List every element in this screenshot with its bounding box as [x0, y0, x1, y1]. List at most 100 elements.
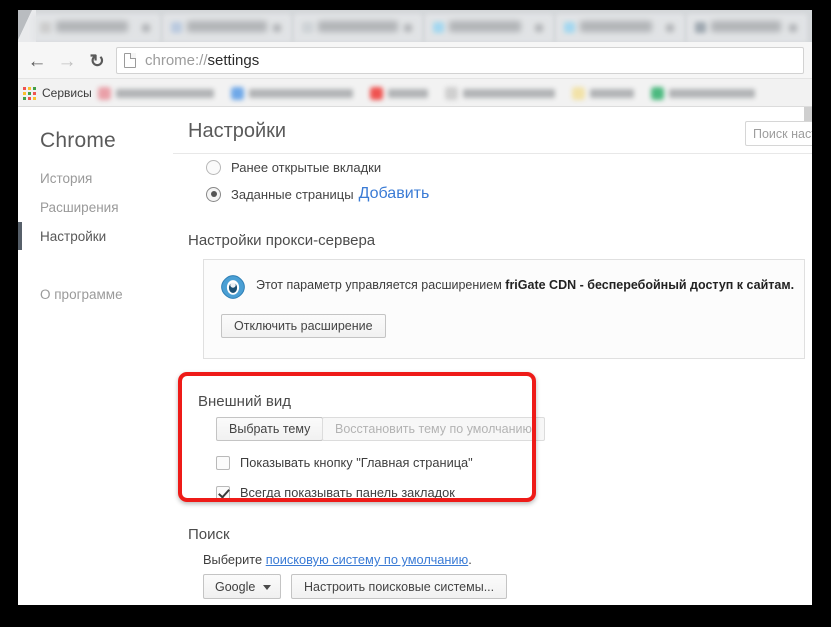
search-settings-input[interactable]: [745, 121, 812, 146]
tab-favicon: [171, 22, 182, 33]
apps-grid-icon: [23, 86, 36, 100]
search-section-title: Поиск: [188, 526, 230, 543]
frigate-logo-icon: [221, 275, 245, 299]
hint-suffix: .: [468, 552, 472, 567]
proxy-extension-message: Этот параметр управляется расширением fr…: [256, 278, 794, 292]
scrollbar-thumb[interactable]: [804, 107, 812, 121]
browser-tab[interactable]: [556, 14, 684, 42]
tab-favicon: [433, 22, 444, 33]
tab-favicon: [695, 22, 706, 33]
tab-title: [449, 21, 521, 32]
bookmark-favicon: [370, 86, 383, 100]
address-bar[interactable]: chrome://settings: [116, 47, 804, 74]
close-icon[interactable]: [404, 24, 412, 32]
page-title: Настройки: [188, 120, 287, 142]
bookmarks-bar: Сервисы: [18, 79, 812, 107]
reload-icon[interactable]: ↻: [84, 48, 110, 74]
bookmark-favicon: [651, 86, 664, 100]
radio-label: Заданные страницы: [231, 186, 354, 202]
bookmark-apps-shortcut[interactable]: Сервисы: [23, 84, 92, 102]
bookmark-apps-label: Сервисы: [42, 86, 92, 100]
chevron-down-icon: [263, 585, 271, 590]
radio-option-specific-pages[interactable]: Заданные страницы Добавить: [206, 185, 429, 203]
tab-title: [580, 21, 652, 32]
tab-title: [187, 21, 267, 32]
show-home-button-checkbox-row[interactable]: Показывать кнопку "Главная страница": [216, 455, 473, 470]
arrow-right-icon: →: [57, 50, 77, 72]
proxy-extension-name: friGate CDN - бесперебойный доступ к сай…: [505, 278, 795, 292]
pick-theme-button[interactable]: Выбрать тему: [216, 417, 324, 441]
proxy-message-prefix: Этот параметр управляется расширением: [256, 278, 506, 292]
browser-tab[interactable]: [425, 14, 553, 42]
settings-sidebar: Chrome История Расширения Настройки О пр…: [18, 107, 173, 605]
sidebar-item-about[interactable]: О программе: [40, 287, 123, 302]
browser-tab[interactable]: [32, 14, 160, 42]
browser-toolbar: ← → ↻ chrome://settings: [18, 42, 812, 79]
screenshot-frame: ← → ↻ chrome://settings Сервисы Chrome И…: [0, 0, 831, 627]
settings-page: Chrome История Расширения Настройки О пр…: [18, 107, 812, 605]
checkbox-indicator: [216, 455, 230, 470]
tab-strip: [18, 10, 812, 42]
bookmark-label: [249, 88, 353, 98]
tab-title: [711, 21, 781, 32]
settings-header: Настройки: [173, 107, 812, 154]
bookmark-item[interactable]: [370, 84, 428, 102]
bookmark-favicon: [572, 86, 585, 100]
bookmark-label: [669, 88, 755, 98]
bookmark-item[interactable]: [445, 84, 555, 102]
always-show-bookmarks-bar-checkbox-row[interactable]: Всегда показывать панель закладок: [216, 485, 455, 500]
close-icon[interactable]: [789, 24, 797, 32]
manage-search-engines-button[interactable]: Настроить поисковые системы...: [291, 574, 508, 599]
tab-favicon: [40, 22, 51, 33]
disable-extension-button[interactable]: Отключить расширение: [221, 314, 386, 338]
startup-options-group: Ранее открытые вкладки Заданные страницы…: [173, 154, 812, 210]
bookmark-item[interactable]: [98, 84, 214, 102]
browser-tab[interactable]: [687, 14, 807, 42]
bookmark-label: [463, 88, 555, 98]
sidebar-item-extensions[interactable]: Расширения: [40, 200, 119, 215]
tab-title: [56, 21, 128, 32]
hint-prefix: Выберите: [203, 552, 266, 567]
sidebar-brand: Chrome: [40, 129, 116, 152]
search-engine-selected-label: Google: [215, 579, 256, 594]
checkbox-indicator: [216, 485, 230, 500]
settings-content: Ранее открытые вкладки Заданные страницы…: [173, 154, 812, 605]
arrow-left-icon[interactable]: ←: [24, 48, 50, 74]
bookmark-label: [388, 88, 428, 98]
bookmark-favicon: [231, 86, 244, 100]
sidebar-active-marker: [18, 222, 22, 250]
radio-label: Ранее открытые вкладки: [231, 160, 382, 175]
browser-tab[interactable]: [163, 14, 291, 42]
appearance-section: Внешний вид Выбрать тему Восстановить те…: [183, 376, 545, 500]
radio-indicator: [206, 160, 221, 175]
close-icon[interactable]: [535, 24, 543, 32]
close-icon[interactable]: [142, 24, 150, 32]
browser-tab[interactable]: [294, 14, 422, 42]
radio-option-previous-tabs[interactable]: Ранее открытые вкладки: [206, 160, 381, 175]
add-pages-link[interactable]: Добавить: [359, 185, 430, 203]
proxy-extension-banner: Этот параметр управляется расширением fr…: [203, 259, 805, 359]
tab-title: [318, 21, 398, 32]
bookmark-favicon: [445, 86, 458, 100]
url-scheme: chrome://: [145, 52, 208, 69]
settings-main: Настройки Ранее открытые вкладки Заданн: [173, 107, 812, 605]
reset-theme-button: Восстановить тему по умолчанию: [322, 417, 545, 441]
close-icon[interactable]: [666, 24, 674, 32]
bookmark-item[interactable]: [572, 84, 634, 102]
bookmark-item[interactable]: [231, 84, 353, 102]
checkbox-label: Всегда показывать панель закладок: [240, 485, 455, 500]
close-icon[interactable]: [273, 24, 281, 32]
search-engine-dropdown[interactable]: Google: [203, 574, 281, 599]
sidebar-item-history[interactable]: История: [40, 171, 92, 186]
checkbox-label: Показывать кнопку "Главная страница": [240, 455, 473, 470]
document-icon: [124, 53, 136, 68]
bookmark-favicon: [98, 86, 111, 100]
default-search-engine-link[interactable]: поисковую систему по умолчанию: [266, 552, 468, 567]
tab-favicon: [302, 22, 313, 33]
bookmark-label: [590, 88, 634, 98]
url-path: settings: [207, 52, 260, 69]
default-search-engine-hint: Выберите поисковую систему по умолчанию.: [203, 552, 472, 567]
sidebar-item-settings[interactable]: Настройки: [40, 229, 106, 244]
tab-favicon: [564, 22, 575, 33]
bookmark-item[interactable]: [651, 84, 755, 102]
